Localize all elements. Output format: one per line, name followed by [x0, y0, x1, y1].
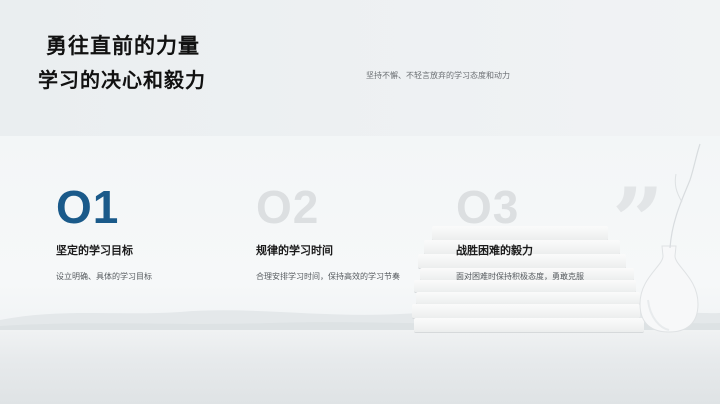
- item-number: O2: [256, 181, 320, 233]
- item-description: 合理安排学习时间，保持高效的学习节奏: [256, 272, 400, 281]
- vase-decoration: [639, 245, 699, 333]
- item-1: O1 坚定的学习目标 设立明确、具体的学习目标: [56, 184, 206, 284]
- item-title: 坚定的学习目标: [56, 244, 133, 257]
- item-title: 战胜困难的毅力: [456, 244, 533, 257]
- item-title: 规律的学习时间: [256, 244, 333, 257]
- item-2: O2 规律的学习时间 合理安排学习时间，保持高效的学习节奏: [256, 184, 406, 284]
- page-title: 勇往直前的力量: [46, 34, 200, 58]
- page-subtitle-heading: 学习的决心和毅力: [38, 68, 206, 92]
- branch-decoration: [669, 143, 701, 249]
- book: [414, 318, 644, 333]
- item-number: O1: [56, 181, 120, 233]
- item-3: O3 战胜困难的毅力 面对困难时保持积极态度，勇敢克服: [456, 184, 626, 284]
- item-description: 设立明确、具体的学习目标: [56, 272, 152, 281]
- item-description: 面对困难时保持积极态度，勇敢克服: [456, 272, 584, 281]
- header-description: 坚持不懈、不轻言放弃的学习态度和动力: [366, 71, 510, 80]
- table-surface: [0, 330, 720, 404]
- book: [412, 304, 640, 319]
- item-number: O3: [456, 181, 520, 233]
